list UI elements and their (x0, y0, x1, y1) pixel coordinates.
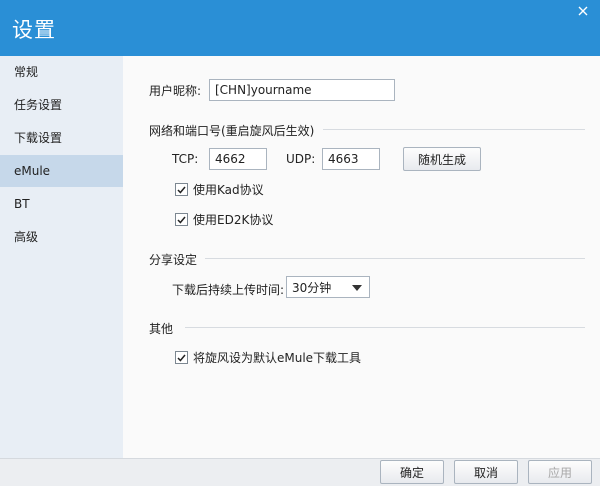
upload-duration-select[interactable]: 30分钟 (286, 276, 370, 298)
cancel-button[interactable]: 取消 (454, 460, 518, 484)
tcp-label: TCP: (172, 152, 199, 166)
sidebar: 常规 任务设置 下载设置 eMule BT 高级 (0, 56, 123, 458)
other-section-title: 其他 (149, 322, 174, 336)
default-emule-tool-label: 将旋风设为默认eMule下载工具 (193, 351, 362, 365)
checkbox-box (175, 351, 188, 364)
kad-protocol-label: 使用Kad协议 (193, 183, 264, 197)
upload-duration-label: 下载后持续上传时间: (172, 283, 285, 297)
network-divider (323, 129, 585, 130)
random-generate-button[interactable]: 随机生成 (403, 147, 481, 171)
sidebar-item-emule[interactable]: eMule (0, 155, 123, 187)
footer-bar: 确定 取消 应用 (0, 458, 600, 486)
checkbox-box (175, 183, 188, 196)
nickname-label: 用户昵称: (149, 84, 202, 98)
kad-protocol-checkbox[interactable]: 使用Kad协议 (175, 181, 264, 198)
checkmark-icon (177, 216, 186, 224)
checkbox-box (175, 213, 188, 226)
checkmark-icon (177, 186, 186, 194)
sidebar-item-task-settings[interactable]: 任务设置 (0, 89, 123, 121)
upload-duration-value: 30分钟 (292, 280, 332, 295)
sidebar-item-advanced[interactable]: 高级 (0, 221, 123, 253)
ok-button[interactable]: 确定 (380, 460, 444, 484)
checkmark-icon (177, 354, 186, 362)
sidebar-item-general[interactable]: 常规 (0, 56, 123, 88)
share-section-title: 分享设定 (149, 253, 198, 267)
nickname-input[interactable] (209, 79, 395, 101)
chevron-down-icon (352, 285, 362, 291)
window-title: 设置 (12, 18, 56, 42)
udp-port-input[interactable] (322, 148, 380, 170)
settings-panel: 用户昵称: 网络和端口号(重启旋风后生效) TCP: UDP: 随机生成 使用K… (123, 56, 600, 458)
close-icon (578, 6, 588, 16)
default-emule-tool-checkbox[interactable]: 将旋风设为默认eMule下载工具 (175, 349, 361, 366)
sidebar-item-download-settings[interactable]: 下载设置 (0, 122, 123, 154)
share-divider (205, 258, 585, 259)
udp-label: UDP: (286, 152, 316, 166)
network-section-title: 网络和端口号(重启旋风后生效) (149, 124, 315, 138)
tcp-port-input[interactable] (209, 148, 267, 170)
other-divider (185, 327, 585, 328)
sidebar-item-bt[interactable]: BT (0, 188, 123, 220)
title-bar: 设置 (0, 0, 600, 56)
close-button[interactable] (566, 0, 600, 22)
apply-button[interactable]: 应用 (528, 460, 592, 484)
ed2k-protocol-label: 使用ED2K协议 (193, 213, 274, 227)
ed2k-protocol-checkbox[interactable]: 使用ED2K协议 (175, 211, 273, 228)
